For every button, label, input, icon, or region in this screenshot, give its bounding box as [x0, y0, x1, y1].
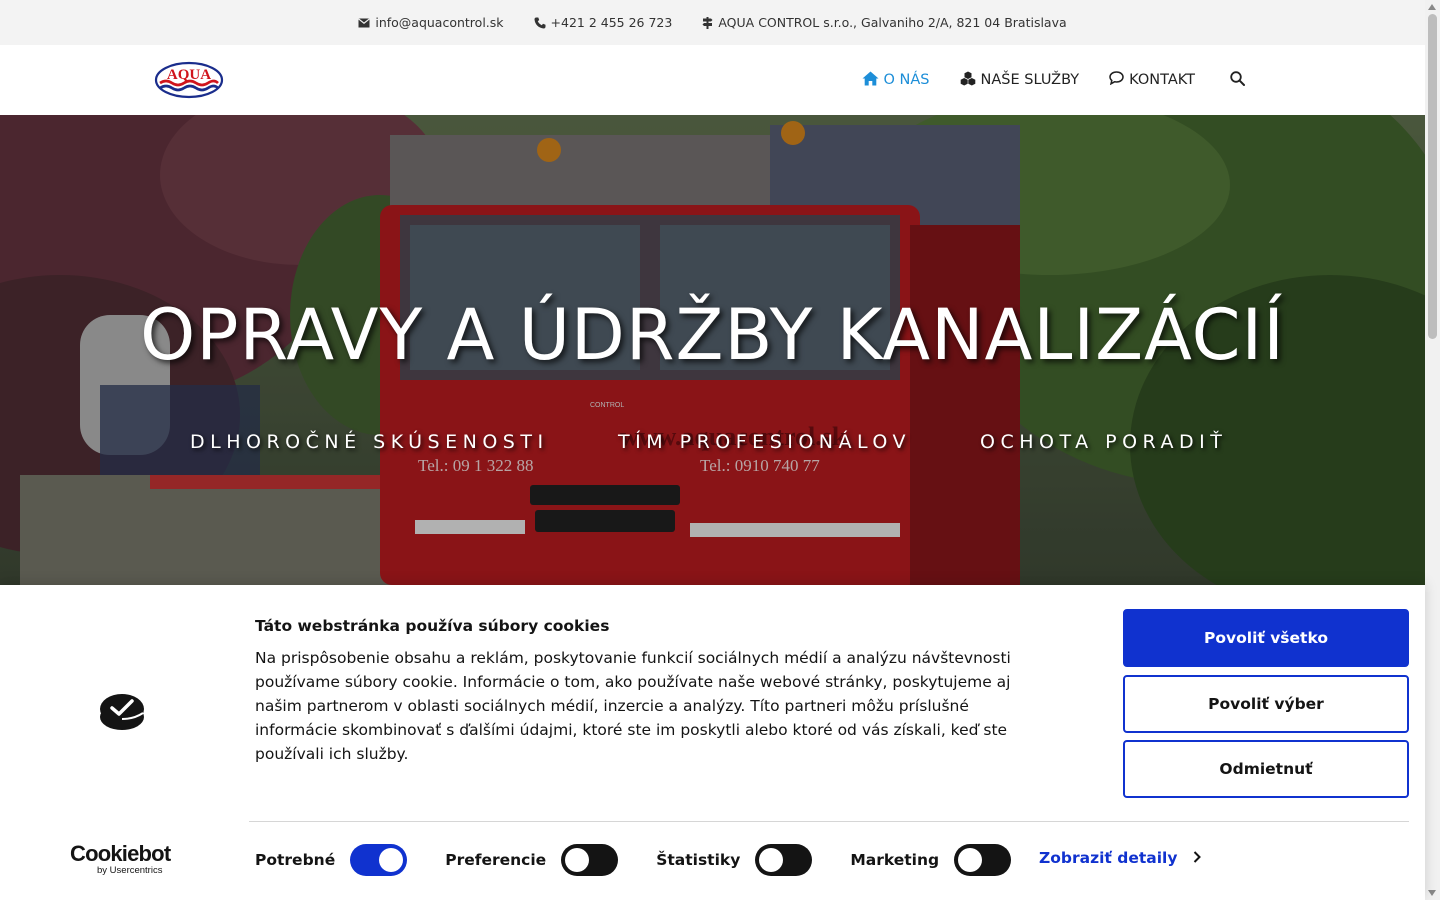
show-details-label: Zobraziť detaily	[1039, 849, 1178, 867]
address-text: AQUA CONTROL s.r.o., Galvaniho 2/A, 821 …	[718, 15, 1067, 30]
cookiebot-brand-by: by Usercentrics	[97, 865, 163, 876]
hero-tagline-1: DLHOROČNÉ SKÚSENOSTI	[190, 431, 549, 453]
nav-item-o-nas[interactable]: O NÁS	[862, 71, 930, 90]
hero-tagline-2: TÍM PROFESIONÁLOV	[618, 431, 912, 453]
email-text: info@aquacontrol.sk	[375, 15, 504, 30]
toggle-preferences[interactable]	[561, 844, 619, 876]
page-scrollbar[interactable]	[1425, 0, 1440, 900]
cookie-consent-banner: Táto webstránka používa súbory cookies N…	[0, 585, 1425, 900]
toggle-knob	[958, 848, 983, 872]
allow-selection-button[interactable]: Povoliť výber	[1123, 675, 1409, 733]
consent-toggles: Potrebné Preferencie Štatistiky Marketin…	[255, 844, 1049, 876]
envelope-icon	[358, 17, 371, 28]
allow-all-button[interactable]: Povoliť všetko	[1123, 609, 1409, 667]
scroll-up-arrow-icon[interactable]	[1428, 4, 1436, 10]
nav-item-nase-sluzby[interactable]: NAŠE SLUŽBY	[960, 71, 1080, 90]
nav-item-kontakt[interactable]: KONTAKT	[1109, 71, 1195, 89]
search-icon	[1230, 70, 1245, 90]
cookiebot-logo[interactable]: Cookiebot by Usercentrics	[70, 843, 174, 877]
toggle-label-marketing: Marketing	[850, 851, 940, 869]
phone-contact[interactable]: +421 2 455 26 723	[534, 15, 673, 30]
nav-label-kontakt: KONTAKT	[1129, 72, 1195, 88]
main-navigation: O NÁS NAŠE SLUŽBY KONTAKT	[862, 45, 1245, 115]
toggle-statistics[interactable]	[755, 844, 813, 876]
cookie-description: Na prispôsobenie obsahu a reklám, poskyt…	[255, 649, 1011, 763]
email-contact[interactable]: info@aquacontrol.sk	[358, 15, 504, 30]
home-icon	[862, 71, 879, 90]
site-header: AQUA O NÁS NAŠE SLUŽBY KONTAKT	[0, 45, 1425, 115]
deny-button[interactable]: Odmietnuť	[1123, 740, 1409, 798]
scrollbar-thumb[interactable]	[1428, 14, 1437, 339]
toggle-label-statistics: Štatistiky	[656, 851, 741, 869]
top-contact-bar: info@aquacontrol.sk +421 2 455 26 723 AQ…	[0, 0, 1425, 45]
toggle-knob	[759, 848, 784, 872]
toggle-marketing[interactable]	[954, 844, 1012, 876]
toggle-knob	[379, 848, 404, 872]
nav-label-nase-sluzby: NAŠE SLUŽBY	[980, 72, 1080, 88]
phone-text: +421 2 455 26 723	[550, 15, 673, 30]
toggle-label-necessary: Potrebné	[255, 851, 336, 869]
scroll-down-arrow-icon[interactable]	[1428, 890, 1436, 896]
signpost-icon	[702, 16, 713, 29]
aqua-logo[interactable]: AQUA	[154, 61, 224, 99]
hero-tagline-3: OCHOTA PORADIŤ	[980, 431, 1228, 453]
chevron-right-icon	[1193, 849, 1202, 867]
toggle-label-preferences: Preferencie	[445, 851, 547, 869]
search-button[interactable]	[1230, 70, 1245, 90]
show-details-link[interactable]: Zobraziť detaily	[1039, 849, 1202, 867]
cookie-title: Táto webstránka používa súbory cookies	[255, 617, 610, 635]
toggle-necessary[interactable]	[350, 844, 408, 876]
address-contact: AQUA CONTROL s.r.o., Galvaniho 2/A, 821 …	[702, 15, 1067, 30]
comment-icon	[1109, 71, 1124, 89]
cubes-icon	[960, 71, 976, 90]
cookie-divider	[249, 821, 1409, 822]
hero-banner: www.aquacontrol.sk Tel.: 09 1 322 88 Tel…	[0, 115, 1425, 585]
phone-icon	[534, 17, 546, 29]
cookie-consent-icon	[99, 693, 145, 735]
cookiebot-brand-name: Cookiebot	[70, 841, 171, 866]
nav-label-o-nas: O NÁS	[883, 72, 930, 88]
toggle-knob	[565, 848, 590, 872]
hero-title: OPRAVY A ÚDRŽBY KANALIZÁCIÍ	[140, 294, 1285, 376]
